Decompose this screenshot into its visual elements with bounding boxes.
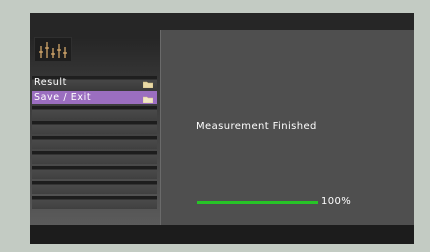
empty-menu-slot xyxy=(32,151,157,164)
bottom-bar xyxy=(30,225,414,244)
sidebar: Result Save / Exit xyxy=(30,30,161,225)
progress-bar xyxy=(197,201,318,204)
empty-menu-slot xyxy=(32,121,157,134)
menu-item-label: Save / Exit xyxy=(34,92,92,103)
status-message: Measurement Finished xyxy=(196,121,317,132)
empty-menu-slot xyxy=(32,196,157,209)
menu-item-save-exit[interactable]: Save / Exit xyxy=(32,91,157,104)
progress-label: 100% xyxy=(321,196,352,207)
folder-icon xyxy=(142,94,154,104)
folder-icon xyxy=(142,79,154,89)
empty-menu-slot xyxy=(32,166,157,179)
empty-menu-slot xyxy=(32,136,157,149)
progress-fill xyxy=(197,201,318,204)
menu-item-result[interactable]: Result xyxy=(32,76,157,89)
empty-menu-slot xyxy=(32,181,157,194)
empty-menu-slot xyxy=(32,106,157,119)
menu-list: Result Save / Exit xyxy=(32,76,157,211)
menu-item-label: Result xyxy=(34,77,67,88)
equalizer-logo-icon xyxy=(34,37,72,62)
top-bar xyxy=(30,13,414,30)
